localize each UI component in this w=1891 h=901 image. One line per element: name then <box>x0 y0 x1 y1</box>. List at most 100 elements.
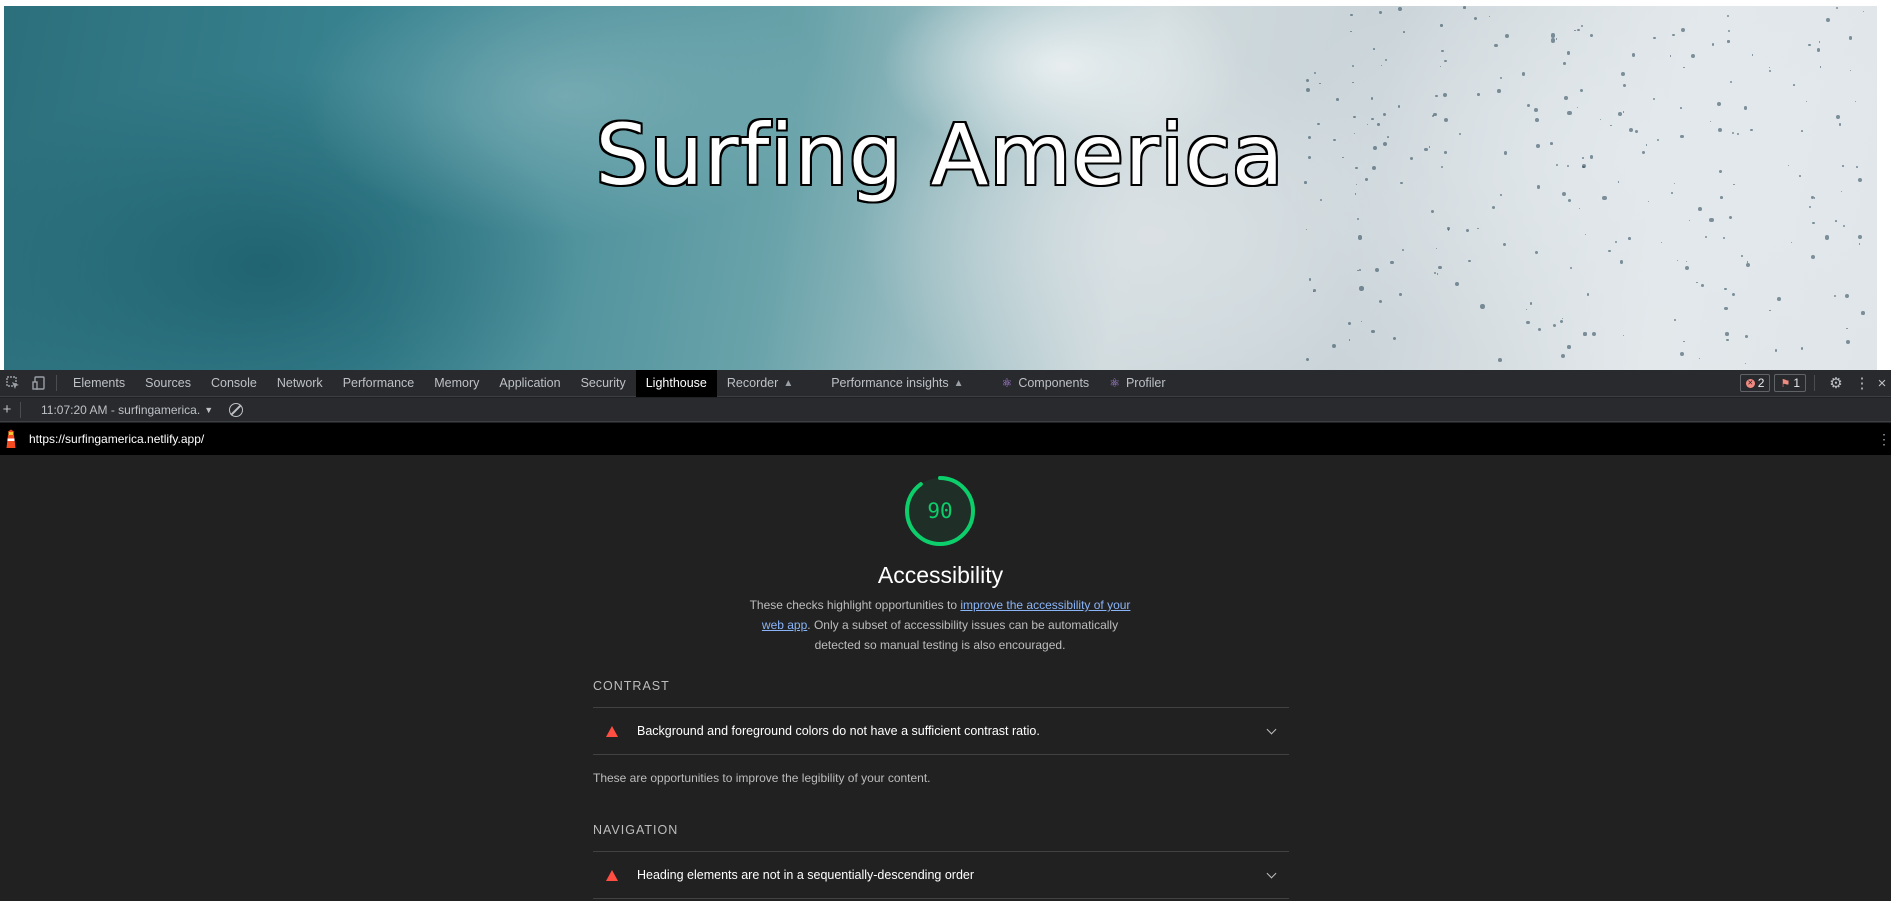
issues-count-badge[interactable]: ⚑ 1 <box>1774 374 1806 392</box>
water-speck <box>1672 33 1675 37</box>
tab-performance[interactable]: Performance <box>333 370 425 397</box>
report-select[interactable]: 11:07:20 AM - surfingamerica.​ ▼ <box>21 403 221 417</box>
tab-elements[interactable]: Elements <box>63 370 135 397</box>
water-speck <box>1350 30 1353 33</box>
water-speck <box>1430 209 1435 213</box>
new-report-icon[interactable]: + <box>0 401 14 418</box>
tab-label: Lighthouse <box>645 376 707 390</box>
issue-flag-icon: ⚑ <box>1780 377 1791 390</box>
settings-gear-icon[interactable]: ⚙ <box>1825 374 1847 392</box>
tab-label: Security <box>580 376 626 390</box>
water-speck <box>1681 27 1686 32</box>
fail-triangle-icon <box>606 869 618 881</box>
tab-console[interactable]: Console <box>201 370 267 397</box>
water-speck <box>1622 83 1626 87</box>
clear-reports-icon[interactable] <box>229 402 244 417</box>
water-speck <box>1438 266 1442 270</box>
error-count-badge[interactable]: ✕ 2 <box>1739 374 1771 392</box>
water-speck <box>1619 260 1624 264</box>
water-speck <box>1505 33 1510 38</box>
water-speck <box>1660 241 1663 244</box>
tab-label: Recorder <box>726 376 779 390</box>
tab-label: Performance insights <box>831 376 949 390</box>
device-toolbar-icon[interactable] <box>26 370 52 397</box>
water-speck <box>1819 66 1822 69</box>
water-speck <box>1347 322 1352 326</box>
water-speck <box>1564 96 1569 101</box>
tab-sources[interactable]: Sources <box>135 370 201 397</box>
tab-profiler[interactable]: ⚛ Profiler <box>1099 370 1175 397</box>
water-speck <box>1699 358 1701 360</box>
water-speck <box>1808 205 1812 209</box>
water-speck <box>1673 319 1676 321</box>
water-speck <box>1462 6 1466 9</box>
water-speck <box>1684 266 1689 271</box>
group-title-contrast: CONTRAST <box>593 679 670 693</box>
tab-application[interactable]: Application <box>489 370 570 397</box>
water-speck <box>1683 66 1685 69</box>
water-speck <box>1854 101 1857 103</box>
more-options-icon[interactable]: ⋮ <box>1851 374 1873 392</box>
tab-lighthouse[interactable]: Lighthouse <box>635 369 717 397</box>
water-speck <box>1534 251 1539 255</box>
tab-security[interactable]: Security <box>571 370 636 397</box>
water-speck <box>1467 259 1471 263</box>
water-speck <box>1552 323 1557 328</box>
water-speck <box>1373 48 1375 50</box>
audit-color-contrast[interactable]: Background and foreground colors do not … <box>593 707 1289 755</box>
water-speck <box>1313 289 1316 292</box>
water-speck <box>1491 206 1495 210</box>
water-speck <box>1306 229 1308 231</box>
tab-components[interactable]: ⚛ Components <box>992 370 1100 397</box>
water-speck <box>1591 331 1596 337</box>
audit-title: Heading elements are not in a sequential… <box>637 868 975 882</box>
tab-recorder[interactable]: Recorder ▲ <box>717 370 803 397</box>
report-url[interactable]: https://surfingamerica.netlify.app/ <box>29 432 204 446</box>
water-speck <box>1740 255 1743 258</box>
water-speck <box>1435 247 1438 250</box>
water-speck <box>1559 320 1563 324</box>
water-speck <box>1835 6 1839 9</box>
water-speck <box>1526 320 1530 325</box>
water-speck <box>1314 71 1317 74</box>
devtools-tab-bar: Elements Sources Console Network Perform… <box>0 369 1891 397</box>
water-speck <box>1371 329 1375 333</box>
water-speck <box>1351 64 1355 68</box>
water-speck <box>1731 292 1735 296</box>
water-speck <box>1466 228 1470 232</box>
water-speck <box>1727 30 1731 33</box>
water-speck <box>1586 293 1590 296</box>
tab-memory[interactable]: Memory <box>424 370 489 397</box>
water-speck <box>1685 260 1687 262</box>
water-speck <box>1349 13 1353 17</box>
water-speck <box>1529 302 1533 305</box>
water-speck <box>1384 58 1387 62</box>
error-count: 2 <box>1757 376 1765 390</box>
chevron-down-icon <box>1266 724 1277 734</box>
report-menu-icon[interactable]: ⋮ <box>1877 431 1891 448</box>
water-speck <box>1578 207 1581 210</box>
tab-network[interactable]: Network <box>267 370 333 397</box>
water-speck <box>1800 347 1803 350</box>
fail-triangle-icon <box>606 725 618 737</box>
water-speck <box>1846 339 1851 344</box>
water-speck <box>1679 351 1684 356</box>
tab-performance-insights[interactable]: Performance insights ▲ <box>821 370 973 397</box>
tab-label: Profiler <box>1125 376 1166 390</box>
water-speck <box>1308 278 1312 281</box>
water-speck <box>1494 43 1498 48</box>
water-speck <box>1790 241 1792 243</box>
category-description: These checks highlight opportunities to … <box>744 595 1136 655</box>
water-speck <box>1725 332 1729 336</box>
water-speck <box>1403 31 1405 33</box>
inspect-element-icon[interactable] <box>0 370 26 397</box>
water-speck <box>1402 248 1405 251</box>
water-speck <box>1849 69 1852 72</box>
error-icon: ✕ <box>1745 378 1755 388</box>
water-speck <box>1769 309 1771 312</box>
audit-heading-order[interactable]: Heading elements are not in a sequential… <box>593 851 1289 899</box>
close-devtools-icon[interactable]: × <box>1877 375 1887 392</box>
water-speck <box>1443 59 1447 63</box>
water-speck <box>1439 65 1442 68</box>
dropdown-caret-icon: ▼ <box>204 404 214 415</box>
